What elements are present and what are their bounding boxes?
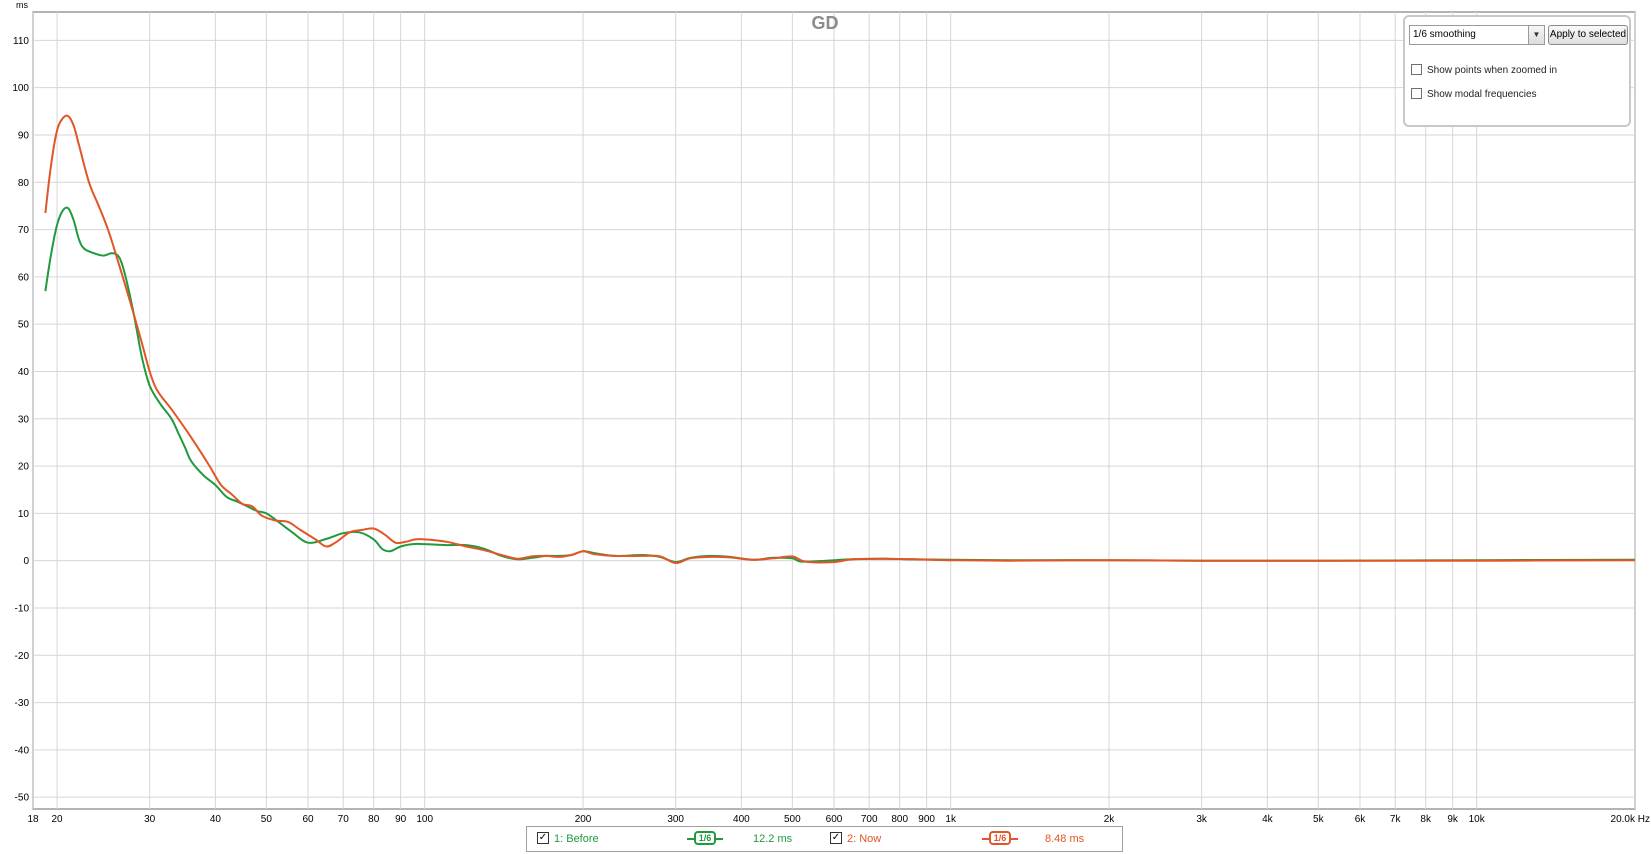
x-tick-label: 6k	[1355, 814, 1367, 825]
y-tick-label: 20	[18, 462, 30, 473]
now-value: 8.48 ms	[1045, 833, 1085, 845]
legend-bar: ✓ 1: Before 1/6 12.2 ms ✓ 2: Now 1/6 8.48 …	[526, 826, 1123, 852]
x-tick-label: 100	[416, 814, 433, 825]
smoothing-select[interactable]: 1/6 smoothing ▼	[1409, 25, 1545, 45]
y-tick-label: 100	[12, 83, 29, 94]
x-tick-label: 50	[261, 814, 273, 825]
x-tick-label: 2k	[1104, 814, 1116, 825]
x-tick-label: 30	[144, 814, 156, 825]
x-tick-label: 800	[891, 814, 908, 825]
x-tick-label: 900	[918, 814, 935, 825]
x-tick-label: 500	[784, 814, 801, 825]
apply-to-selected-button[interactable]: Apply to selected	[1548, 25, 1628, 45]
smoothing-value: 1/6 smoothing	[1413, 29, 1476, 40]
before-checkbox[interactable]: ✓	[537, 832, 549, 845]
show-modal-option[interactable]: Show modal frequencies	[1411, 87, 1537, 102]
y-tick-label: 110	[13, 36, 29, 47]
chevron-down-icon[interactable]: ▼	[1528, 26, 1544, 44]
y-tick-label: 40	[18, 367, 30, 378]
x-tick-label: 10k	[1469, 814, 1486, 825]
x-tick-label: 8k	[1420, 814, 1432, 825]
x-tick-label: 200	[575, 814, 592, 825]
legend-item-now[interactable]: ✓ 2: Now	[830, 831, 881, 847]
show-modal-label: Show modal frequencies	[1427, 89, 1537, 100]
smoothing-panel: 1/6 smoothing ▼ Apply to selected Show p…	[1403, 15, 1631, 127]
y-tick-label: 10	[18, 509, 30, 520]
y-tick-label: -40	[15, 745, 30, 756]
y-tick-label: -50	[15, 793, 30, 804]
now-label: 2: Now	[847, 833, 882, 845]
x-tick-label: 300	[667, 814, 684, 825]
y-tick-label: 0	[23, 556, 29, 567]
before-smoothing-value: 1/6	[694, 831, 716, 845]
now-checkbox[interactable]: ✓	[830, 832, 842, 845]
y-tick-label: 90	[18, 130, 30, 141]
y-tick-label: 30	[18, 414, 30, 425]
x-tick-label: 5k	[1313, 814, 1325, 825]
x-tick-label: 60	[302, 814, 314, 825]
x-tick-label: 9k	[1447, 814, 1459, 825]
x-tick-label: 1k	[945, 814, 957, 825]
x-tick-label: 90	[395, 814, 407, 825]
y-tick-label: 60	[18, 272, 30, 283]
gd-chart: 1101009080706050403020100-10-20-30-40-50…	[12, 0, 1650, 825]
before-value: 12.2 ms	[753, 833, 793, 845]
y-tick-label: 80	[18, 178, 30, 189]
x-tick-label: 70	[338, 814, 350, 825]
show-points-checkbox[interactable]	[1411, 63, 1422, 75]
x-tick-label: 20	[52, 814, 64, 825]
before-smoothing-badge[interactable]: 1/6	[687, 830, 723, 848]
x-tick-label: 400	[733, 814, 750, 825]
y-tick-label: -10	[15, 603, 30, 614]
x-tick-label: 3k	[1196, 814, 1208, 825]
chart-title: GD	[812, 13, 839, 33]
y-tick-label: -20	[15, 651, 30, 662]
x-tick-label: 20.0k Hz	[1611, 814, 1650, 825]
x-tick-label: 40	[210, 814, 222, 825]
x-tick-label: 18	[27, 814, 39, 825]
y-tick-label: 70	[18, 225, 30, 236]
show-points-label: Show points when zoomed in	[1427, 65, 1558, 76]
now-smoothing-badge[interactable]: 1/6	[982, 830, 1018, 848]
show-points-option[interactable]: Show points when zoomed in	[1411, 63, 1558, 78]
y-tick-label: 50	[18, 320, 30, 331]
before-label: 1: Before	[554, 833, 599, 845]
now-smoothing-value: 1/6	[989, 831, 1011, 845]
show-modal-checkbox[interactable]	[1411, 87, 1422, 99]
x-tick-label: 600	[826, 814, 843, 825]
x-tick-label: 80	[368, 814, 380, 825]
y-axis-unit: ms	[16, 0, 28, 10]
y-tick-label: -30	[15, 698, 30, 709]
x-tick-label: 4k	[1262, 814, 1274, 825]
x-tick-label: 7k	[1390, 814, 1402, 825]
legend-item-before[interactable]: ✓ 1: Before	[537, 831, 599, 847]
x-tick-label: 700	[861, 814, 878, 825]
